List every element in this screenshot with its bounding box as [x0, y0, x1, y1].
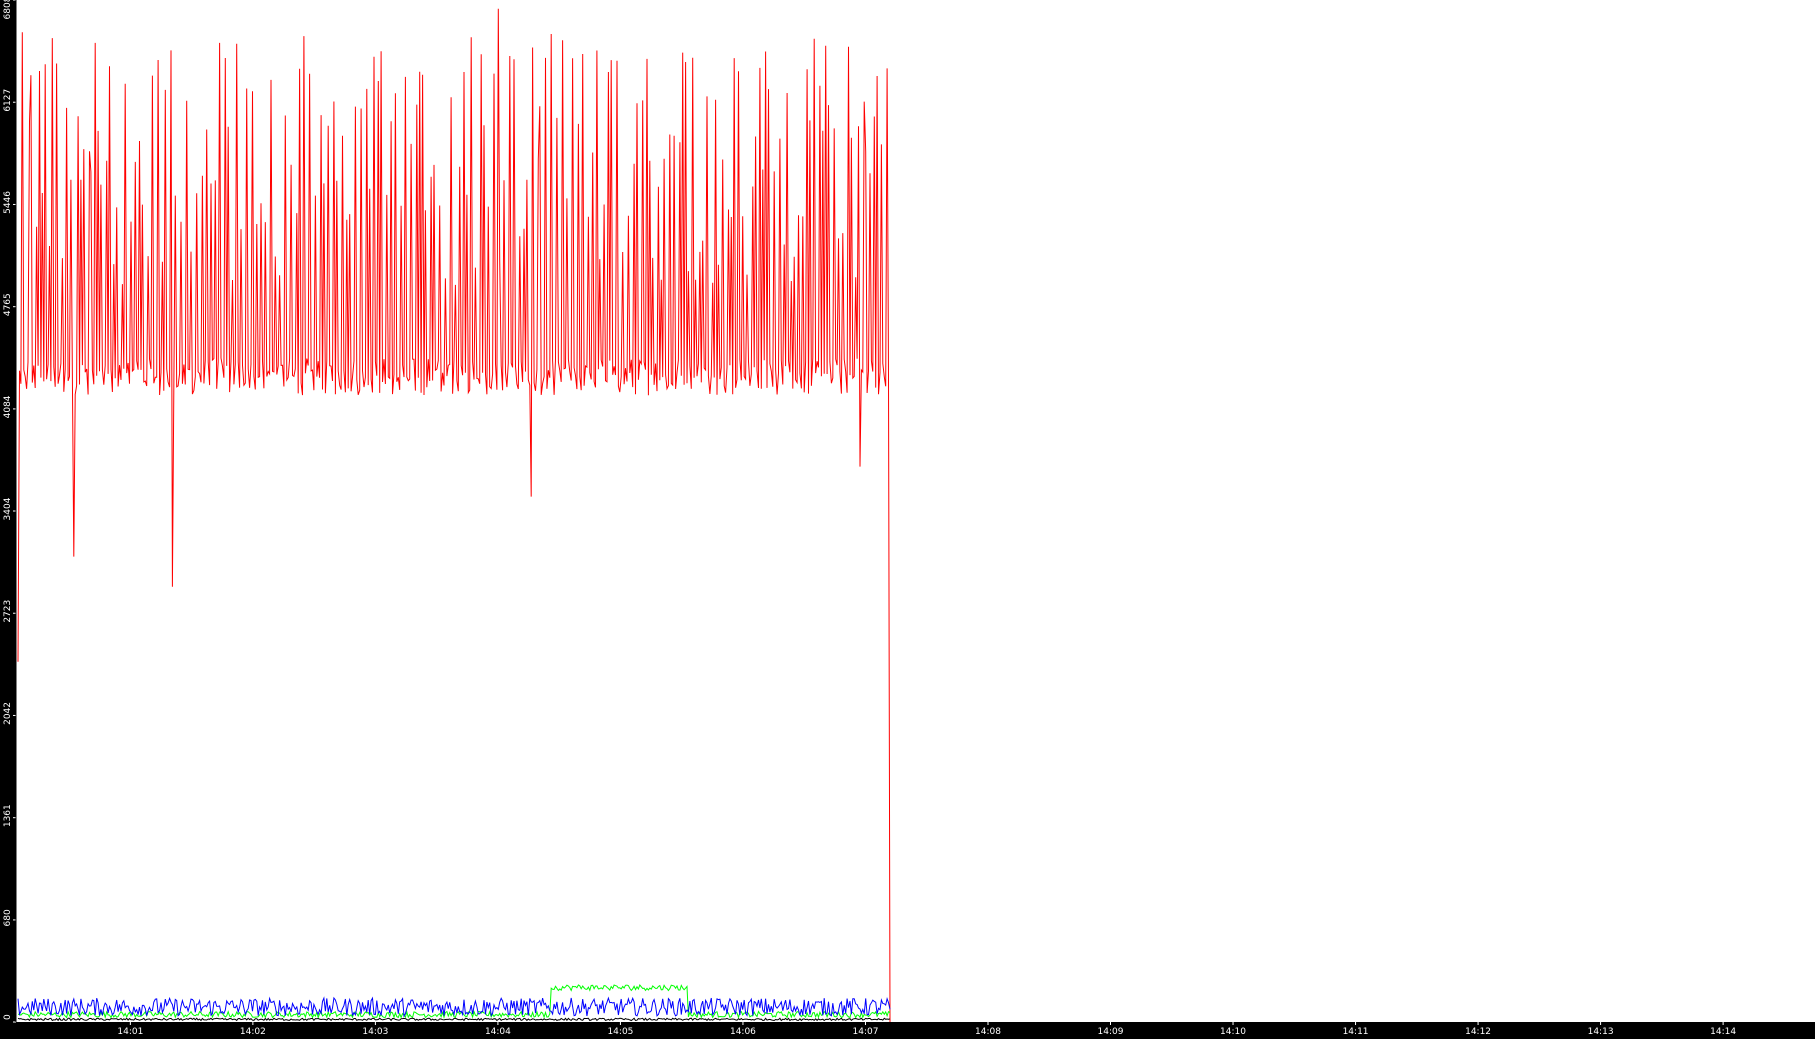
y-tick-label: 6127 [3, 89, 13, 112]
x-tick-label: 14:12 [1465, 1027, 1491, 1037]
y-tick-label: 4765 [3, 293, 13, 316]
y-tick-label: 2042 [3, 702, 13, 725]
y-tick-label: 0 [3, 1014, 13, 1020]
chart: 0 680 1361 2042 2723 3404 4084 4765 5446 6127 6808… [0, 0, 1815, 1039]
y-tick-label: 4084 [3, 395, 13, 418]
x-tick-label: 14:06 [730, 1027, 756, 1037]
chart-svg: 0 680 1361 2042 2723 3404 4084 4765 5446 6127 6808… [3, 0, 1815, 1037]
x-tick-label: 14:03 [362, 1027, 388, 1037]
x-tick-label: 14:14 [1710, 1027, 1736, 1037]
x-tick-label: 14:05 [607, 1027, 633, 1037]
x-tick-label: 14:13 [1588, 1027, 1614, 1037]
y-tick-label: 3404 [3, 497, 13, 520]
y-tick-label: 2723 [3, 600, 13, 623]
x-tick-label: 14:10 [1220, 1027, 1246, 1037]
x-tick-label: 14:02 [240, 1027, 266, 1037]
x-tick-label: 14:09 [1098, 1027, 1124, 1037]
y-tick-label: 6808 [3, 0, 13, 19]
x-tick-label: 14:08 [975, 1027, 1001, 1037]
y-tick-label: 5446 [3, 191, 13, 214]
x-tick-label: 14:04 [485, 1027, 511, 1037]
x-tick-label: 14:01 [117, 1027, 143, 1037]
x-tick-label: 14:07 [853, 1027, 879, 1037]
x-tick-label: 14:11 [1343, 1027, 1369, 1037]
y-tick-label: 1361 [3, 804, 13, 827]
y-tick-label: 680 [3, 909, 13, 926]
